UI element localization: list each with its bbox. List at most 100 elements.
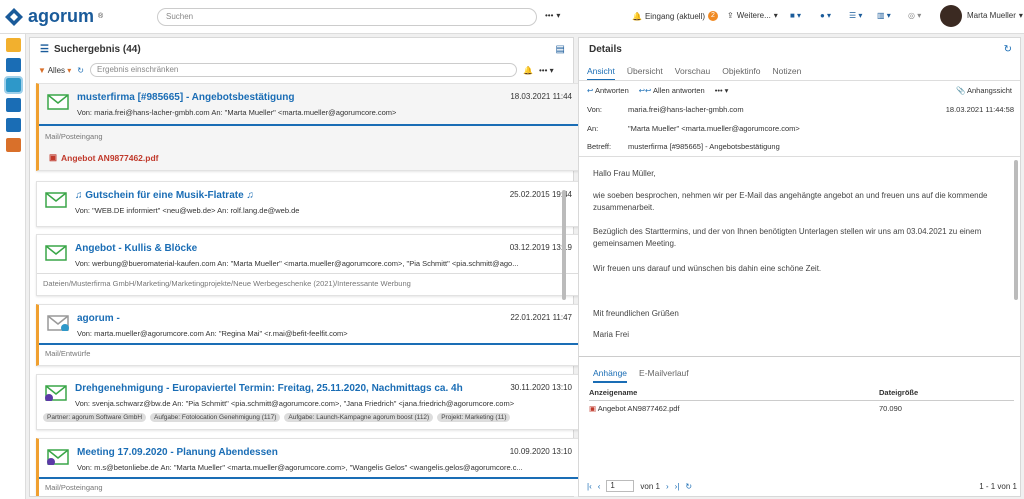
mail-scrollbar[interactable] (1014, 160, 1018, 300)
item-meta: Von: "WEB.DE informiert" <neu@web.de> An… (75, 206, 300, 215)
results-title: ☰ Suchergebnis (44) (40, 44, 141, 55)
to-label: An: (587, 124, 599, 133)
tab-ansicht[interactable]: Ansicht (587, 66, 615, 81)
item-title[interactable]: Meeting 17.09.2020 - Planung Abendessen (77, 447, 278, 458)
apps-grid-icon[interactable] (6, 58, 21, 72)
refresh-icon[interactable]: ↻ (1004, 44, 1012, 55)
item-path[interactable]: Mail/Posteingang (45, 483, 103, 492)
table-row[interactable]: ▣ Angebot AN9877462.pdf 70.090 (589, 404, 1014, 413)
left-nav (0, 34, 26, 499)
tab-notizen[interactable]: Notizen (773, 66, 802, 81)
list-item[interactable]: Drehgenehmigung - Europaviertel Termin: … (36, 374, 581, 430)
folder-icon[interactable] (6, 38, 21, 52)
last-page-button[interactable]: ›| (675, 482, 680, 491)
folder-menu-icon[interactable]: ■ ▾ (790, 11, 801, 20)
attachment-size: 70.090 (879, 404, 902, 413)
user-menu-button[interactable]: Marta Mueller ▾ (967, 11, 1023, 20)
divider (39, 343, 580, 345)
filter-dropdown[interactable]: ▼ Alles ▾ (38, 66, 71, 75)
from-label: Von: (587, 105, 603, 114)
first-page-button[interactable]: |‹ (587, 482, 592, 491)
results-scrollbar[interactable] (562, 190, 566, 300)
item-meta: Von: maria.frei@hans-lacher-gmbh.com An:… (77, 108, 397, 117)
attachment-tabs: Anhänge E-Mailverlauf (593, 368, 689, 383)
more-actions-button[interactable]: ••• ▾ (715, 86, 729, 95)
attachment-link[interactable]: ▣ Angebot AN9877462.pdf (49, 152, 159, 163)
refresh-icon[interactable]: ↻ (77, 66, 84, 75)
agorum-logo[interactable]: agorum ® (4, 6, 103, 27)
inbox-button[interactable]: 🔔 Eingang (aktuell) 2 (632, 11, 718, 21)
to-value[interactable]: "Marta Mueller" <marta.mueller@agorumcor… (628, 124, 800, 133)
mail-body-greeting: Hallo Frau Müller, (593, 169, 656, 178)
tab-uebersicht[interactable]: Übersicht (627, 66, 663, 81)
avatar[interactable] (940, 5, 962, 27)
pdf-icon: ▣ (49, 152, 58, 162)
tag[interactable]: Aufgabe: Launch-Kampagne agorum boost (1… (284, 413, 434, 422)
search-input[interactable]: Suchen (157, 8, 537, 26)
list-menu-icon[interactable]: ☰ ▾ (849, 11, 862, 20)
item-meta: Von: m.s@betonliebe.de An: "Marta Muelle… (77, 463, 523, 472)
item-path[interactable]: Dateien/Musterfirma GmbH/Marketing/Marke… (43, 279, 411, 288)
pager: |‹ ‹ 1 von 1 › ›| ↻ 1 - 1 von 1 (587, 480, 1017, 492)
page-input[interactable]: 1 (606, 480, 635, 492)
search-results-icon: ☰ (40, 44, 49, 55)
attachment-name: Angebot AN9877462.pdf (597, 404, 680, 413)
divider (37, 273, 580, 274)
item-path[interactable]: Mail/Posteingang (45, 132, 103, 141)
list-item[interactable]: Meeting 17.09.2020 - Planung Abendessen … (36, 438, 581, 496)
item-title[interactable]: ♫ Gutschein für eine Musik-Flatrate ♫ (75, 190, 254, 201)
tab-anhaenge[interactable]: Anhänge (593, 368, 628, 383)
item-date: 10.09.2020 13:10 (509, 447, 572, 456)
document-icon[interactable] (6, 118, 21, 132)
from-value[interactable]: maria.frei@hans-lacher-gmbh.com (628, 105, 744, 114)
item-meta: Von: marta.mueller@agorumcore.com An: "R… (77, 329, 348, 338)
tab-vorschau[interactable]: Vorschau (675, 66, 710, 81)
next-page-button[interactable]: › (666, 482, 669, 491)
bell-icon: 🔔 (632, 11, 642, 21)
fingerprint-icon[interactable]: ◎ ▾ (908, 11, 921, 20)
bell-filter-icon[interactable]: 🔔 (523, 66, 533, 75)
email-shared-icon (45, 385, 67, 401)
email-icon (45, 245, 67, 261)
prev-page-button[interactable]: ‹ (598, 482, 601, 491)
subject-label: Betreff: (587, 142, 612, 151)
attachment-view-button[interactable]: 📎 Anhangssicht (956, 86, 1012, 95)
divider (39, 477, 580, 479)
item-path[interactable]: Mail/Entwürfe (45, 349, 90, 358)
upload-icon: ⇪ (727, 11, 734, 20)
play-menu-icon[interactable]: ● ▾ (820, 11, 831, 20)
mail-body-paragraph: wie soeben besprochen, nehmen wir per E-… (593, 191, 988, 212)
results-panel: ☰ Suchergebnis (44) ▤ ▼ Alles ▾ ↻ Ergebn… (29, 37, 581, 497)
item-title[interactable]: Drehgenehmigung - Europaviertel Termin: … (75, 383, 463, 394)
reply-all-icon: ↩↩ (638, 86, 652, 95)
list-item[interactable]: agorum - 22.01.2021 11:47 Von: marta.mue… (36, 304, 581, 366)
item-title[interactable]: agorum - (77, 313, 120, 324)
reply-all-button[interactable]: ↩↩ Allen antworten (639, 86, 705, 95)
list-item[interactable]: musterfirma [#985665] - Angebotsbestätig… (36, 83, 581, 171)
weitere-button[interactable]: ⇪ Weitere... ▾ (727, 11, 778, 20)
more-options-button[interactable]: ••• ▾ (539, 66, 554, 75)
tag[interactable]: Aufgabe: Fotolocation Genehmigung (117) (150, 413, 281, 422)
bank-menu-icon[interactable]: ▥ ▾ (877, 11, 891, 20)
reply-button[interactable]: ↩ Antworten (587, 86, 629, 95)
item-title[interactable]: musterfirma [#985665] - Angebotsbestätig… (77, 92, 294, 103)
refresh-icon[interactable]: ↻ (685, 482, 692, 491)
subject-value: musterfirma [#985665] - Angebotsbestätig… (628, 142, 780, 151)
search-nav-icon[interactable] (4, 76, 23, 94)
tag[interactable]: Partner: agorum Software GmbH (43, 413, 147, 422)
mail-body-signature: Maria Frei (593, 330, 630, 339)
tab-objektinfo[interactable]: Objektinfo (722, 66, 760, 81)
tasks-icon[interactable] (6, 138, 21, 152)
tag[interactable]: Projekt: Marketing (11) (437, 413, 511, 422)
email-draft-icon (47, 315, 69, 331)
item-title[interactable]: Angebot - Kullis & Blöcke (75, 243, 197, 254)
tab-emailverlauf[interactable]: E-Mailverlauf (639, 368, 689, 383)
document-export-icon[interactable]: ▤ (556, 44, 565, 55)
list-item[interactable]: ♫ Gutschein für eine Musik-Flatrate ♫ 25… (36, 181, 581, 227)
filter-input[interactable]: Ergebnis einschränken (90, 63, 517, 77)
chat-icon[interactable] (6, 98, 21, 112)
more-menu-button[interactable]: ••• ▾ (545, 11, 560, 20)
top-bar: agorum ® Suchen ••• ▾ 🔔 Eingang (aktuell) … (0, 0, 1024, 34)
list-item[interactable]: Angebot - Kullis & Blöcke 03.12.2019 13:… (36, 234, 581, 296)
email-shared-icon (47, 449, 69, 465)
